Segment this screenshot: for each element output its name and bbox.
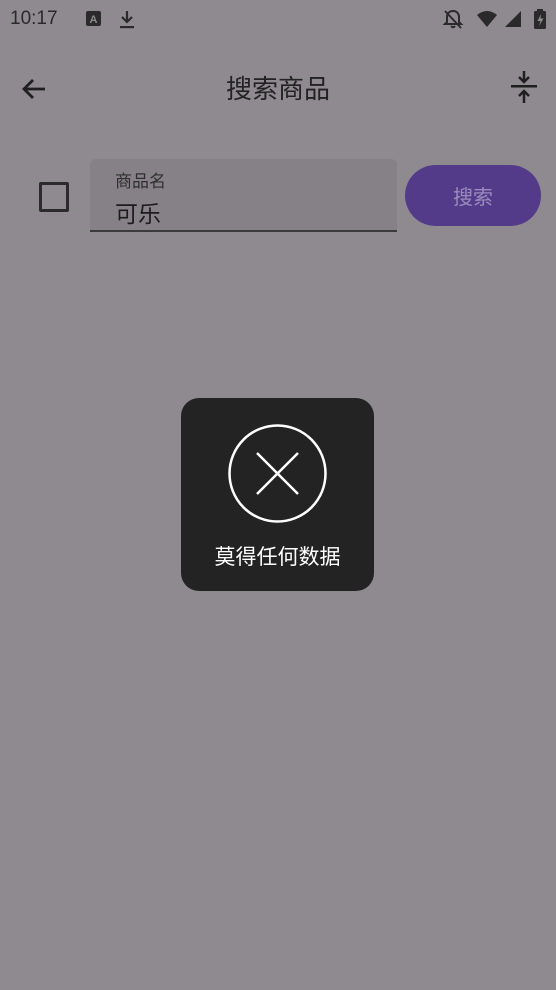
field-value[interactable]: 可乐	[115, 195, 161, 229]
empty-toast: 莫得任何数据	[181, 398, 374, 591]
vertical-align-center-icon	[511, 71, 537, 103]
signal-icon	[505, 11, 521, 27]
product-name-field[interactable]: 商品名 可乐	[90, 159, 397, 232]
close-circle-icon	[228, 424, 327, 523]
app-bar: 搜索商品	[0, 55, 556, 121]
svg-text:A: A	[90, 14, 98, 26]
battery-icon	[534, 9, 546, 29]
toast-message: 莫得任何数据	[214, 545, 341, 569]
select-checkbox[interactable]	[39, 182, 69, 212]
app-notification-icon: A	[86, 11, 101, 26]
wifi-icon	[477, 11, 497, 27]
download-icon	[120, 11, 134, 29]
search-row: 商品名 可乐 搜索	[0, 158, 556, 234]
notifications-off-icon	[442, 9, 464, 29]
status-bar: 10:17 A	[0, 0, 556, 38]
field-label: 商品名	[115, 172, 166, 192]
status-time: 10:17	[10, 8, 58, 29]
collapse-button[interactable]	[502, 65, 546, 109]
search-button[interactable]: 搜索	[405, 165, 541, 226]
page-title: 搜索商品	[225, 75, 330, 105]
